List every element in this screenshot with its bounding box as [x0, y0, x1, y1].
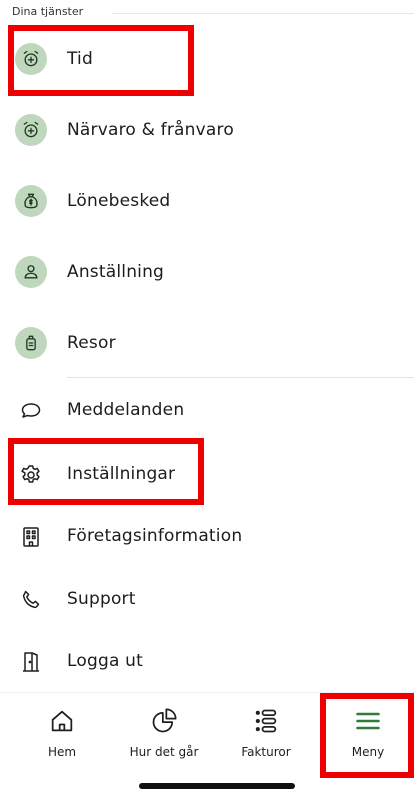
menu-label: Meddelanden — [67, 400, 185, 420]
menu-item-support[interactable]: Support — [0, 574, 414, 624]
chat-bubble-icon — [17, 397, 45, 425]
nav-label: Hur det går — [129, 745, 199, 759]
service-item-lonebesked[interactable]: Lönebesked — [0, 176, 414, 226]
menu-item-foretagsinformation[interactable]: Företagsinformation — [0, 511, 414, 561]
building-icon — [17, 523, 45, 551]
section-divider — [112, 13, 414, 14]
luggage-icon — [15, 327, 47, 359]
phone-icon — [17, 586, 45, 614]
section-divider — [67, 377, 414, 378]
service-item-tid[interactable]: Tid — [0, 34, 414, 84]
section-label: Dina tjänster — [12, 5, 84, 18]
bottom-navigation: Hem Hur det går Fakturor Meny — [0, 692, 414, 790]
list-icon — [252, 707, 280, 735]
menu-item-logga-ut[interactable]: Logga ut — [0, 636, 414, 686]
service-label: Närvaro & frånvaro — [67, 120, 234, 140]
nav-tab-hem[interactable]: Hem — [17, 693, 107, 773]
menu-item-meddelanden[interactable]: Meddelanden — [0, 385, 414, 435]
home-indicator — [139, 783, 295, 789]
service-item-resor[interactable]: Resor — [0, 318, 414, 368]
menu-item-installningar[interactable]: Inställningar — [0, 449, 414, 499]
menu-icon — [354, 707, 382, 735]
service-label: Resor — [67, 333, 116, 353]
alarm-clock-plus-icon — [15, 43, 47, 75]
service-item-anstallning[interactable]: Anställning — [0, 247, 414, 297]
nav-tab-fakturor[interactable]: Fakturor — [221, 693, 311, 773]
menu-label: Företagsinformation — [67, 526, 243, 546]
nav-label: Meny — [351, 745, 385, 759]
service-item-narvaro[interactable]: Närvaro & frånvaro — [0, 105, 414, 155]
nav-label: Hem — [47, 745, 77, 759]
pie-chart-icon — [150, 707, 178, 735]
alarm-clock-plus-icon — [15, 114, 47, 146]
home-icon — [48, 707, 76, 735]
nav-tab-hur-det-gar[interactable]: Hur det går — [119, 693, 209, 773]
section-header: Dina tjänster — [12, 4, 414, 22]
door-exit-icon — [17, 648, 45, 676]
menu-label: Logga ut — [67, 651, 144, 671]
person-icon — [15, 256, 47, 288]
menu-label: Support — [67, 589, 136, 609]
service-label: Anställning — [67, 262, 165, 282]
menu-label: Inställningar — [67, 464, 176, 484]
gear-icon — [17, 461, 45, 489]
nav-label: Fakturor — [241, 745, 291, 759]
money-bag-icon — [15, 185, 47, 217]
service-label: Lönebesked — [67, 191, 171, 211]
service-label: Tid — [67, 49, 93, 69]
nav-tab-meny[interactable]: Meny — [323, 693, 413, 773]
